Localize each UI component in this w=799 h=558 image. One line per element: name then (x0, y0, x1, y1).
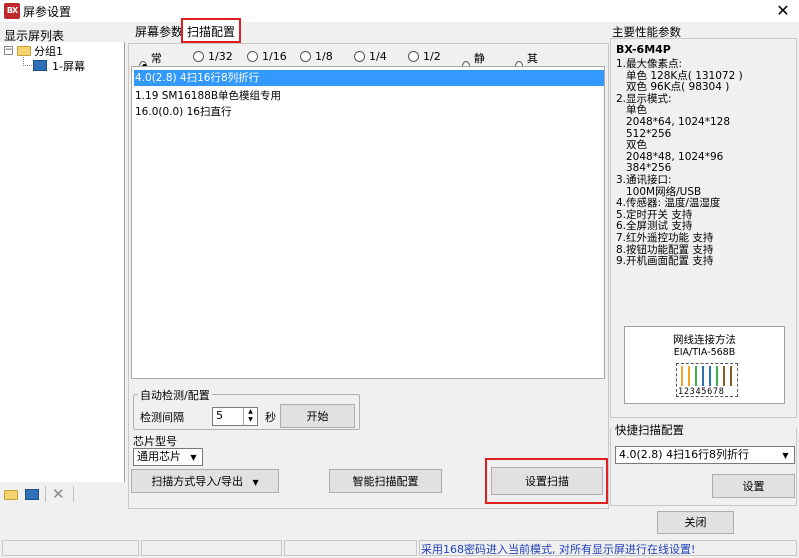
spec-line: 9.开机画面配置 支持 (616, 255, 714, 268)
scan-mode-list[interactable]: 4.0(2.8) 4扫16行8列折行 1.19 SM16188B单色模组专用 1… (131, 66, 605, 379)
radio-label: 1/32 (208, 50, 233, 63)
status-cell (284, 540, 417, 556)
model-name: BX-6M4P (616, 43, 671, 56)
window-title: 屏参设置 (23, 5, 72, 19)
wiring-standard: EIA/TIA-568B (673, 347, 736, 358)
wiring-diagram: 网线连接方法 EIA/TIA-568B 12345678 (624, 326, 785, 404)
title-bar (0, 0, 799, 22)
tree-connector (23, 65, 32, 66)
radio-label: 1/8 (315, 50, 333, 63)
wire-strand (730, 366, 732, 386)
radio-circle-icon[interactable] (408, 51, 419, 62)
start-detect-button[interactable]: 开始 (280, 404, 355, 428)
spec-line: 3.通讯接口: (616, 174, 672, 186)
scan-radio[interactable]: 1/8 (300, 50, 333, 63)
interval-input[interactable]: 5 ▲ ▼ (212, 407, 258, 426)
status-message: 采用168密码进入当前模式, 对所有显示屏进行在线设置! (421, 543, 696, 556)
tab-screen-params[interactable]: 屏幕参数 (131, 22, 187, 43)
add-screen-icon[interactable] (25, 489, 39, 500)
quick-set-button[interactable]: 设置 (712, 474, 795, 498)
spec-line: 7.红外遥控功能 支持 (616, 232, 714, 244)
spec-line: 2048*64, 1024*128 (626, 116, 731, 128)
quick-scan-select[interactable]: 4.0(2.8) 4扫16行8列折行 ▼ (615, 446, 795, 464)
radio-label: 1/16 (262, 50, 287, 63)
auto-detect-title: 自动检测/配置 (138, 387, 212, 403)
pin-numbers: 12345678 (678, 387, 725, 397)
close-icon[interactable]: ✕ (770, 1, 796, 21)
wire-strand (716, 366, 718, 386)
radio-circle-icon[interactable] (193, 51, 204, 62)
radio-label: 1/2 (423, 50, 441, 63)
status-cell (141, 540, 282, 556)
chip-type-select[interactable]: 通用芯片 ▼ (133, 448, 203, 466)
status-cell (2, 540, 139, 556)
delete-icon[interactable]: ✕ (52, 485, 65, 503)
spinner-icon[interactable]: ▲ ▼ (243, 408, 257, 425)
monitor-icon (33, 60, 47, 71)
screen-tree[interactable] (0, 42, 125, 482)
tree-item-group[interactable]: 分组1 (34, 43, 63, 59)
collapse-icon[interactable]: − (4, 46, 13, 55)
chevron-down-icon: ▼ (190, 453, 197, 462)
scan-radio[interactable]: 1/32 (193, 50, 233, 63)
wire-strand (702, 366, 704, 386)
toolbar-divider (73, 486, 74, 502)
wire-strand (709, 366, 711, 386)
set-scan-button[interactable]: 设置扫描 (491, 467, 603, 495)
app-logo-icon: BX (4, 3, 20, 19)
radio-label: 1/4 (369, 50, 387, 63)
scan-radio[interactable]: 1/2 (408, 50, 441, 63)
dropdown-arrow-icon: ▼ (252, 478, 259, 487)
radio-circle-icon[interactable] (300, 51, 311, 62)
tab-scan-config[interactable]: 扫描配置 (181, 18, 242, 43)
chevron-down-icon: ▼ (782, 451, 789, 460)
list-item[interactable]: 1.19 SM16188B单色模组专用 (134, 88, 281, 104)
chip-type-label: 芯片型号 (133, 435, 177, 448)
smart-scan-button[interactable]: 智能扫描配置 (329, 469, 442, 493)
interval-label: 检测间隔 (140, 411, 184, 424)
radio-circle-icon[interactable] (354, 51, 365, 62)
scan-radio[interactable]: 1/16 (247, 50, 287, 63)
spec-title: 主要性能参数 (612, 25, 681, 39)
spec-line: 1.最大像素点: (616, 58, 683, 70)
import-export-button[interactable]: 扫描方式导入/导出 ▼ (131, 469, 279, 493)
radio-circle-icon[interactable] (247, 51, 258, 62)
wiring-title: 网线连接方法 (673, 334, 736, 346)
list-item[interactable]: 4.0(2.8) 4扫16行8列折行 (134, 70, 604, 86)
add-group-folder-icon[interactable] (4, 490, 18, 500)
close-button[interactable]: 关闭 (657, 511, 734, 534)
wire-strand (681, 366, 683, 386)
tree-item-screen[interactable]: 1-屏幕 (52, 58, 85, 74)
toolbar-divider (45, 486, 46, 502)
wire-strand (688, 366, 690, 386)
wire-strand (695, 366, 697, 386)
folder-icon (17, 46, 31, 56)
wire-strand (723, 366, 725, 386)
interval-unit: 秒 (265, 411, 276, 424)
list-item[interactable]: 16.0(0.0) 16扫直行 (134, 104, 231, 120)
scan-radio[interactable]: 1/4 (354, 50, 387, 63)
